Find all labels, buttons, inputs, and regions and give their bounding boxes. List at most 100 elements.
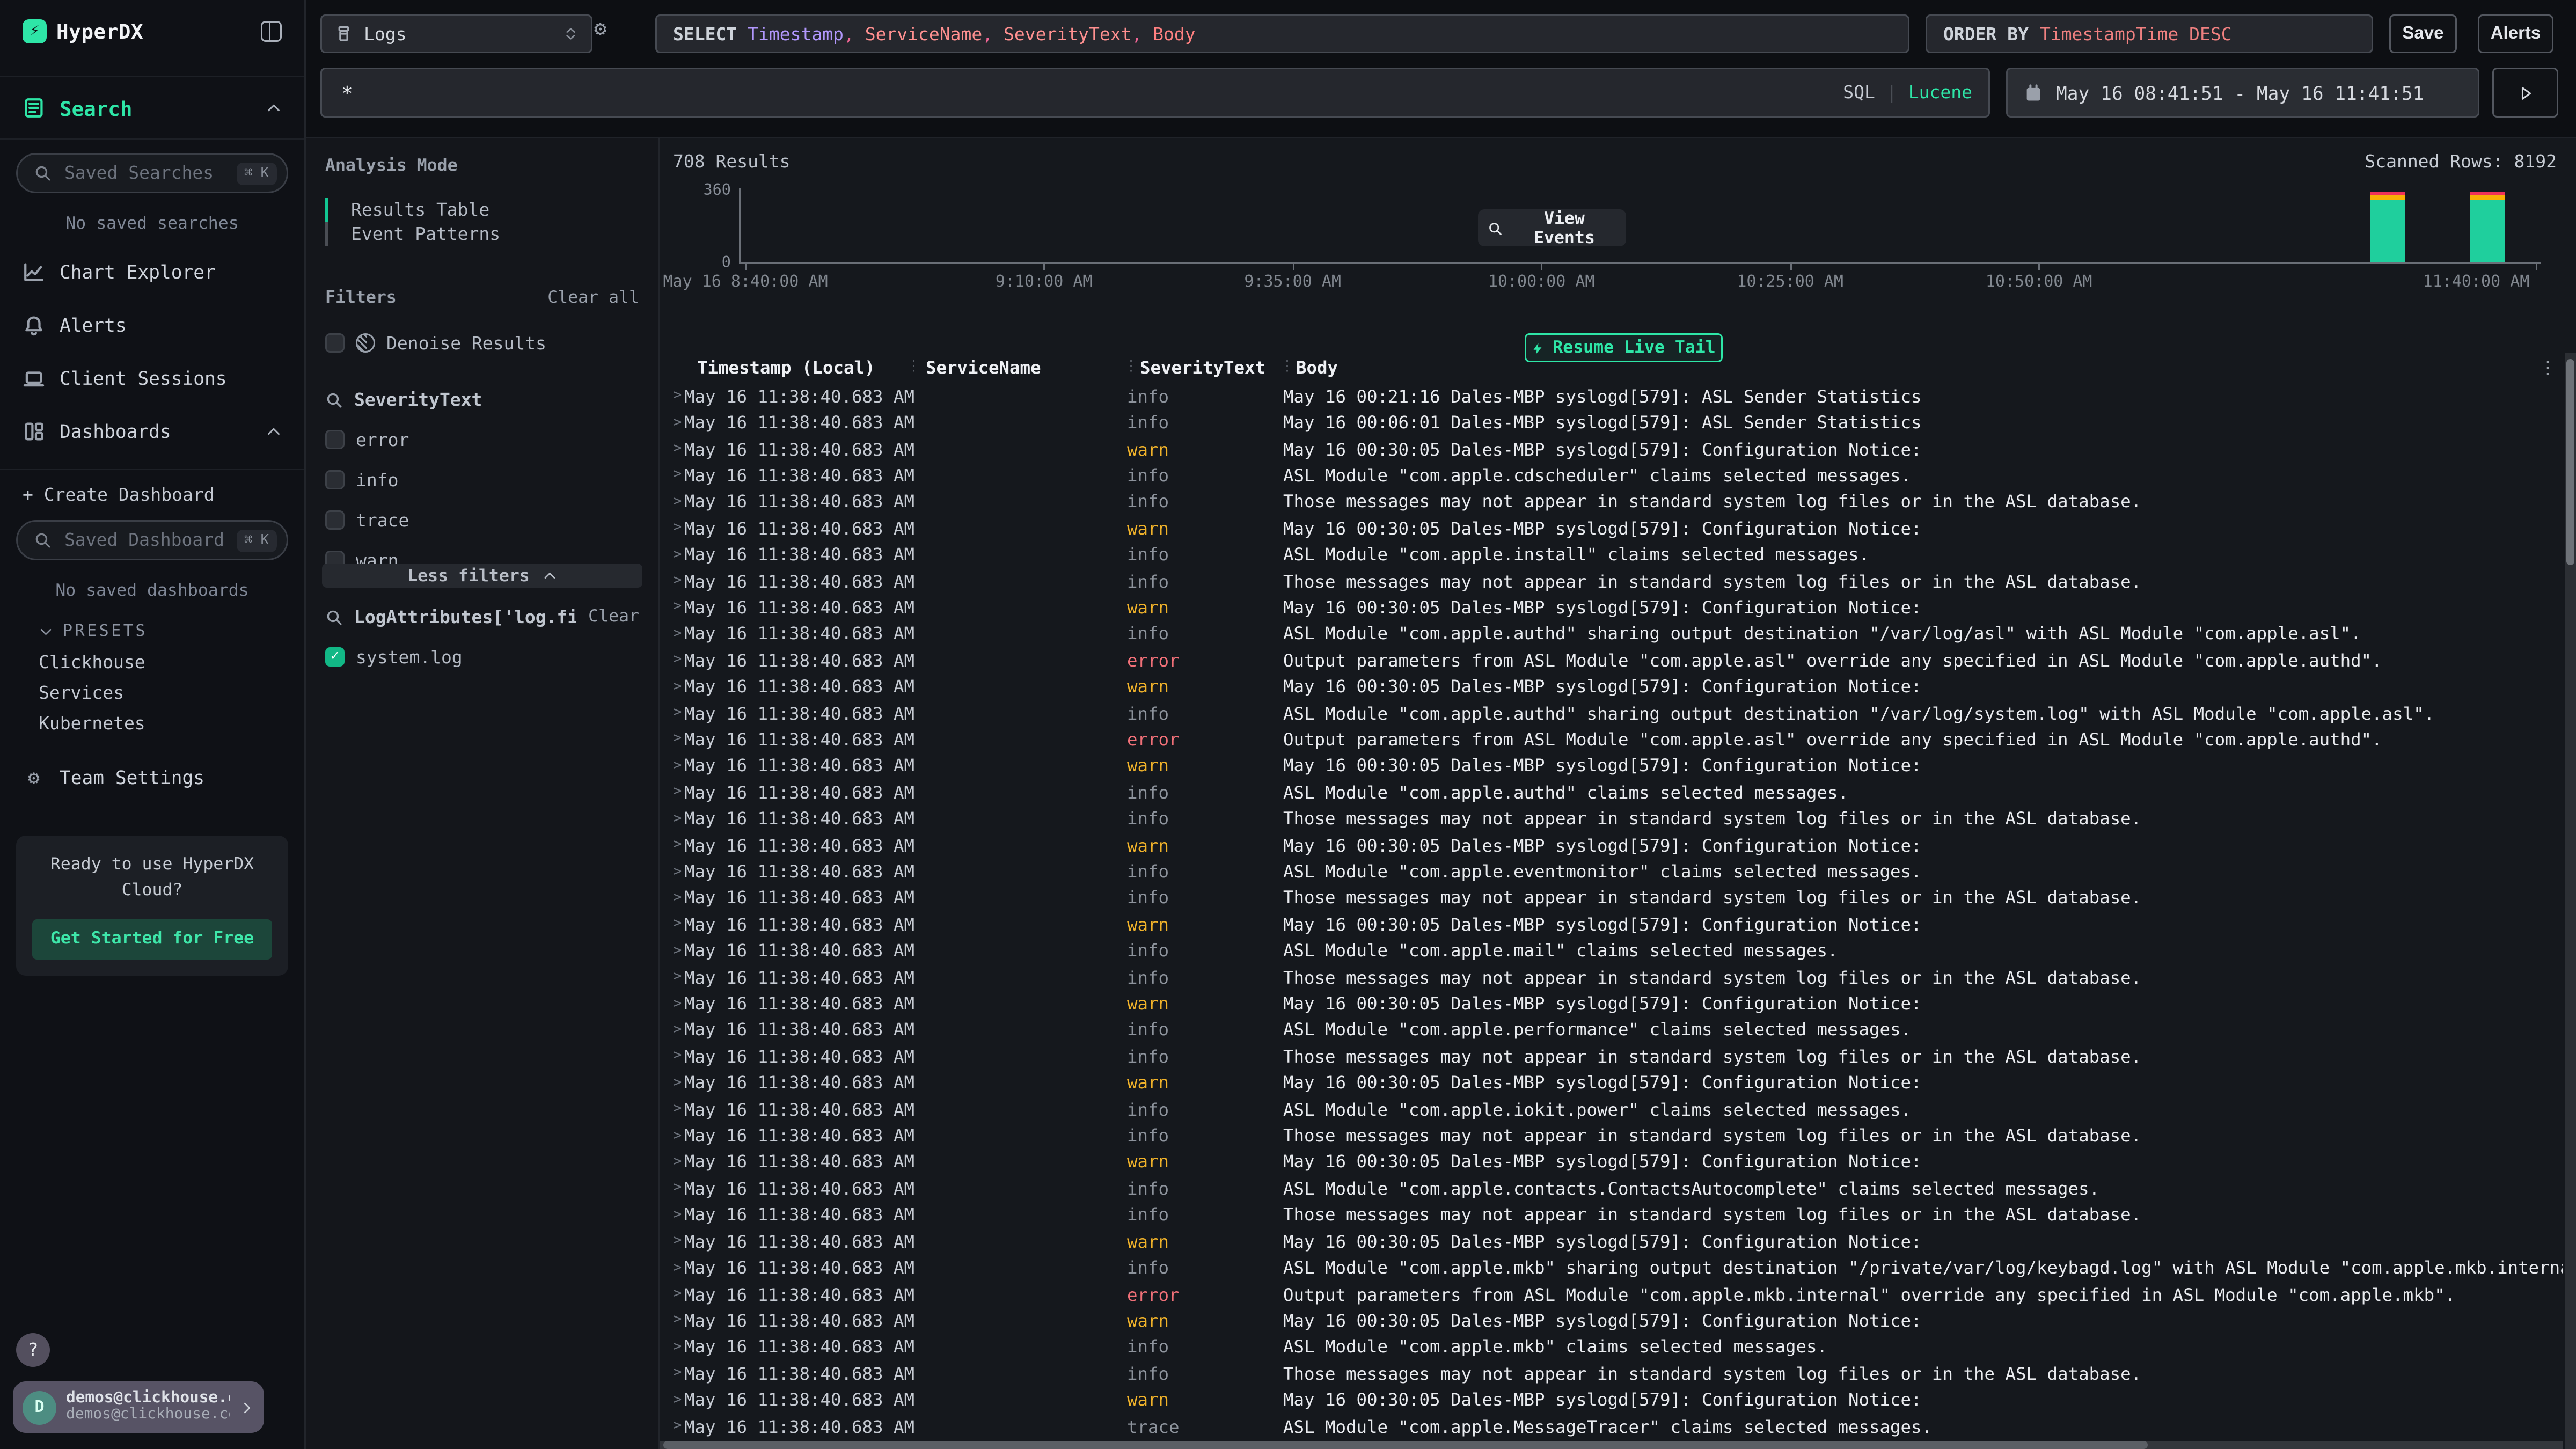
- table-row[interactable]: >May 16 11:38:40.683 AMinfoMay 16 00:21:…: [660, 383, 2563, 409]
- table-row[interactable]: >May 16 11:38:40.683 AMinfoASL Module "c…: [660, 700, 2563, 727]
- table-row[interactable]: >May 16 11:38:40.683 AMwarnMay 16 00:30:…: [660, 1308, 2563, 1334]
- col-separator[interactable]: ⋮: [1124, 359, 1138, 375]
- save-button[interactable]: Save: [2389, 14, 2457, 53]
- preset-item[interactable]: Clickhouse: [0, 647, 304, 678]
- select-clause-input[interactable]: SELECT Timestamp, ServiceName, SeverityT…: [655, 14, 1909, 53]
- table-row[interactable]: >May 16 11:38:40.683 AMinfoThose message…: [660, 1360, 2563, 1387]
- table-row[interactable]: >May 16 11:38:40.683 AMtraceASL Module "…: [660, 1414, 2563, 1440]
- clear-all-link[interactable]: Clear all: [547, 288, 639, 308]
- table-row[interactable]: >May 16 11:38:40.683 AMinfoThose message…: [660, 568, 2563, 595]
- table-row[interactable]: >May 16 11:38:40.683 AMinfoASL Module "c…: [660, 621, 2563, 647]
- checkbox[interactable]: [325, 430, 345, 449]
- source-select[interactable]: Logs: [320, 14, 592, 53]
- table-row[interactable]: >May 16 11:38:40.683 AMinfoThose message…: [660, 1123, 2563, 1149]
- table-row[interactable]: >May 16 11:38:40.683 AMerrorOutput param…: [660, 647, 2563, 674]
- histogram-bar[interactable]: [2369, 191, 2405, 262]
- chevron-up-icon[interactable]: [266, 100, 282, 116]
- table-row[interactable]: >May 16 11:38:40.683 AMinfoASL Module "c…: [660, 1017, 2563, 1043]
- table-row[interactable]: >May 16 11:38:40.683 AMinfoThose message…: [660, 885, 2563, 911]
- clear-attr-link[interactable]: Clear: [588, 607, 639, 626]
- vertical-scrollbar[interactable]: [2565, 353, 2576, 1449]
- saved-searches-box[interactable]: ⌘ K: [16, 153, 288, 193]
- analysis-mode-results-table[interactable]: Results Table: [325, 198, 639, 222]
- denoise-checkbox-row[interactable]: Denoise Results: [306, 332, 658, 354]
- saved-searches-input[interactable]: [61, 161, 226, 185]
- search-query-input[interactable]: [338, 80, 1843, 106]
- filter-option-error[interactable]: error: [306, 428, 658, 451]
- source-settings-gear-icon[interactable]: ⚙: [594, 19, 606, 40]
- mode-sql[interactable]: SQL: [1843, 82, 1875, 103]
- sidebar-item-alerts[interactable]: Alerts: [0, 308, 304, 343]
- create-dashboard-button[interactable]: + Create Dashboard: [0, 481, 304, 507]
- time-range-picker[interactable]: May 16 08:41:51 - May 16 11:41:51: [2006, 68, 2479, 118]
- sidebar-collapse-icon[interactable]: [261, 21, 282, 42]
- histogram-bar[interactable]: [2469, 191, 2505, 262]
- search-query-box[interactable]: SQL | Lucene: [320, 68, 1990, 118]
- table-row[interactable]: >May 16 11:38:40.683 AMwarnMay 16 00:30:…: [660, 1070, 2563, 1096]
- presets-toggle[interactable]: PRESETS: [0, 623, 304, 641]
- col-severitytext[interactable]: SeverityText: [1140, 357, 1265, 378]
- preset-item[interactable]: Services: [0, 678, 304, 708]
- table-row[interactable]: >May 16 11:38:40.683 AMinfoASL Module "c…: [660, 1255, 2563, 1281]
- chevron-up-icon[interactable]: [266, 423, 282, 440]
- sidebar-item-team-settings[interactable]: ⚙ Team Settings: [0, 760, 304, 795]
- checkbox[interactable]: ✓: [325, 647, 345, 667]
- analysis-mode-event-patterns[interactable]: Event Patterns: [325, 222, 639, 246]
- table-row[interactable]: >May 16 11:38:40.683 AMwarnMay 16 00:30:…: [660, 832, 2563, 859]
- table-row[interactable]: >May 16 11:38:40.683 AMwarnMay 16 00:30:…: [660, 911, 2563, 938]
- table-row[interactable]: >May 16 11:38:40.683 AMwarnMay 16 00:30:…: [660, 753, 2563, 779]
- col-servicename[interactable]: ServiceName: [926, 357, 1041, 378]
- table-row[interactable]: >May 16 11:38:40.683 AMwarnMay 16 00:30:…: [660, 515, 2563, 541]
- sidebar-item-search[interactable]: Search: [23, 90, 282, 126]
- view-events-button[interactable]: View Events: [1478, 209, 1626, 246]
- table-row[interactable]: >May 16 11:38:40.683 AMerrorOutput param…: [660, 727, 2563, 753]
- table-row[interactable]: >May 16 11:38:40.683 AMinfoASL Module "c…: [660, 1096, 2563, 1123]
- run-query-button[interactable]: [2492, 68, 2558, 118]
- mode-lucene[interactable]: Lucene: [1908, 82, 1972, 103]
- col-separator[interactable]: ⋮: [1280, 359, 1294, 375]
- col-separator[interactable]: ⋮: [906, 359, 921, 375]
- saved-dashboards-box[interactable]: ⌘ K: [16, 520, 288, 560]
- saved-dashboards-input[interactable]: [61, 528, 226, 552]
- filter-option-system.log[interactable]: ✓system.log: [306, 646, 658, 668]
- table-row[interactable]: >May 16 11:38:40.683 AMinfoASL Module "c…: [660, 1334, 2563, 1360]
- filter-option-trace[interactable]: trace: [306, 509, 658, 531]
- table-row[interactable]: >May 16 11:38:40.683 AMinfoThose message…: [660, 964, 2563, 991]
- col-body[interactable]: Body: [1296, 357, 1338, 378]
- table-row[interactable]: >May 16 11:38:40.683 AMinfoASL Module "c…: [660, 938, 2563, 964]
- table-row[interactable]: >May 16 11:38:40.683 AMinfoThose message…: [660, 806, 2563, 832]
- get-started-button[interactable]: Get Started for Free: [32, 919, 272, 959]
- table-row[interactable]: >May 16 11:38:40.683 AMwarnMay 16 00:30:…: [660, 1149, 2563, 1175]
- sidebar-item-dashboards[interactable]: Dashboards: [0, 414, 304, 449]
- table-row[interactable]: >May 16 11:38:40.683 AMwarnMay 16 00:30:…: [660, 1387, 2563, 1413]
- vertical-scrollbar-thumb[interactable]: [2566, 359, 2574, 565]
- sidebar-item-chart-explorer[interactable]: Chart Explorer: [0, 254, 304, 290]
- filter-option-info[interactable]: info: [306, 469, 658, 491]
- preset-item[interactable]: Kubernetes: [0, 708, 304, 739]
- table-row[interactable]: >May 16 11:38:40.683 AMinfoASL Module "c…: [660, 463, 2563, 489]
- table-row[interactable]: >May 16 11:38:40.683 AMinfoASL Module "c…: [660, 779, 2563, 806]
- sidebar-item-client-sessions[interactable]: Client Sessions: [0, 361, 304, 396]
- table-row[interactable]: >May 16 11:38:40.683 AMinfoMay 16 00:06:…: [660, 409, 2563, 436]
- table-row[interactable]: >May 16 11:38:40.683 AMinfoASL Module "c…: [660, 541, 2563, 568]
- denoise-checkbox[interactable]: [325, 333, 345, 353]
- less-filters-button[interactable]: Less filters: [322, 564, 642, 588]
- table-row[interactable]: >May 16 11:38:40.683 AMerrorOutput param…: [660, 1281, 2563, 1307]
- table-row[interactable]: >May 16 11:38:40.683 AMwarnMay 16 00:30:…: [660, 1228, 2563, 1255]
- help-button[interactable]: ?: [16, 1333, 50, 1367]
- table-row[interactable]: >May 16 11:38:40.683 AMwarnMay 16 00:30:…: [660, 674, 2563, 700]
- user-menu[interactable]: D demos@clickhouse.com demos@clickhouse.…: [13, 1381, 264, 1433]
- order-by-input[interactable]: ORDER BY TimestampTime DESC: [1926, 14, 2373, 53]
- table-options-icon[interactable]: ⋮: [2539, 357, 2557, 378]
- table-row[interactable]: >May 16 11:38:40.683 AMwarnMay 16 00:30:…: [660, 991, 2563, 1017]
- alerts-button[interactable]: Alerts: [2478, 14, 2553, 53]
- horizontal-scrollbar[interactable]: [660, 1441, 2563, 1449]
- table-row[interactable]: >May 16 11:38:40.683 AMinfoASL Module "c…: [660, 859, 2563, 885]
- table-row[interactable]: >May 16 11:38:40.683 AMinfoThose message…: [660, 1202, 2563, 1228]
- horizontal-scrollbar-thumb[interactable]: [663, 1441, 2148, 1449]
- col-timestamp[interactable]: Timestamp (Local): [697, 357, 875, 378]
- table-row[interactable]: >May 16 11:38:40.683 AMwarnMay 16 00:30:…: [660, 595, 2563, 621]
- table-row[interactable]: >May 16 11:38:40.683 AMwarnMay 16 00:30:…: [660, 436, 2563, 462]
- checkbox[interactable]: [325, 470, 345, 489]
- table-row[interactable]: >May 16 11:38:40.683 AMinfoThose message…: [660, 1043, 2563, 1070]
